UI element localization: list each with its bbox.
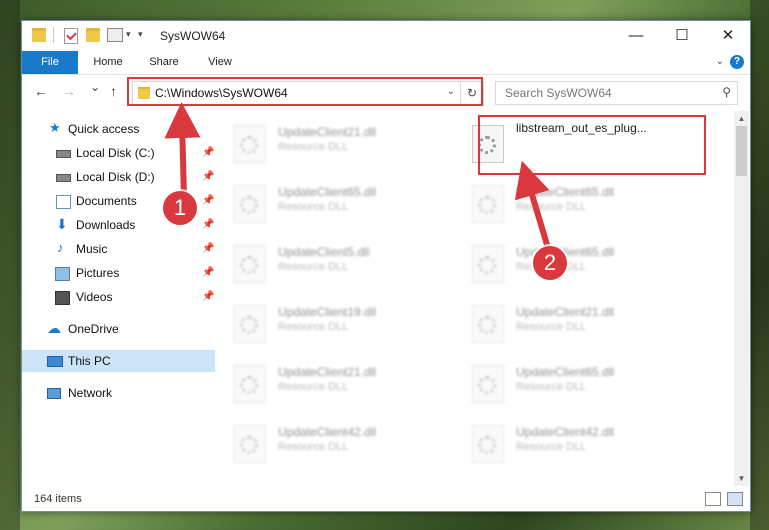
title-bar: ▾ ▾ SysWOW64 — ☐ ✕ bbox=[22, 21, 750, 51]
folder-icon bbox=[32, 28, 46, 42]
pin-icon[interactable]: 📌 bbox=[202, 214, 214, 236]
dll-file-icon bbox=[234, 365, 266, 403]
scroll-up-icon[interactable]: ▲ bbox=[734, 111, 749, 126]
scroll-down-icon[interactable]: ▼ bbox=[734, 471, 749, 486]
maximize-button[interactable]: ☐ bbox=[659, 21, 705, 51]
pin-icon[interactable]: 📌 bbox=[202, 190, 214, 212]
list-item[interactable]: UpdateClient21.dll Resource DLL bbox=[226, 117, 451, 171]
large-icons-view-icon[interactable] bbox=[727, 492, 743, 506]
dll-file-icon bbox=[234, 425, 266, 463]
drive-icon bbox=[56, 150, 71, 158]
address-bar-highlight bbox=[127, 77, 483, 106]
list-item[interactable]: UpdateClient19.dll Resource DLL bbox=[226, 297, 451, 351]
list-item[interactable]: UpdateClient42.dll Resource DLL bbox=[464, 417, 689, 471]
cloud-icon: ☁ bbox=[47, 320, 61, 336]
close-button[interactable]: ✕ bbox=[705, 21, 751, 51]
sidebar-item-local-disk-c[interactable]: Local Disk (C:) 📌 bbox=[22, 142, 215, 164]
documents-icon bbox=[56, 195, 71, 209]
target-file-highlight bbox=[478, 115, 706, 175]
network-icon bbox=[47, 388, 61, 399]
music-icon: ♪ bbox=[57, 240, 64, 255]
sidebar-item-onedrive[interactable]: ☁ OneDrive bbox=[22, 318, 215, 340]
tab-file[interactable]: File bbox=[22, 51, 78, 74]
dll-file-icon bbox=[472, 425, 504, 463]
window-title: SysWOW64 bbox=[160, 29, 226, 43]
step-badge-2: 2 bbox=[533, 246, 567, 280]
dll-file-icon bbox=[234, 125, 266, 163]
tab-share[interactable]: Share bbox=[140, 51, 188, 74]
item-count: 164 items bbox=[34, 493, 82, 505]
separator-icon bbox=[53, 27, 54, 43]
list-item[interactable]: UpdateClient42.dll Resource DLL bbox=[226, 417, 451, 471]
search-box[interactable]: Search SysWOW64 ⚲ bbox=[495, 81, 738, 105]
sidebar-item-videos[interactable]: Videos 📌 bbox=[22, 286, 215, 308]
pin-icon[interactable]: 📌 bbox=[202, 142, 214, 164]
list-item[interactable]: UpdateClient65.dll Resource DLL bbox=[464, 177, 689, 231]
dll-file-icon bbox=[472, 185, 504, 223]
videos-icon bbox=[55, 291, 70, 305]
tab-home[interactable]: Home bbox=[84, 51, 132, 74]
list-item[interactable]: UpdateClient21.dll Resource DLL bbox=[464, 297, 689, 351]
quick-access-toolbar-icon[interactable] bbox=[107, 28, 123, 42]
dll-file-icon bbox=[234, 305, 266, 343]
pin-icon[interactable]: 📌 bbox=[202, 262, 214, 284]
ribbon-tabs: File Home Share View ⌄ ? bbox=[22, 51, 750, 75]
help-icon[interactable]: ? bbox=[730, 55, 744, 69]
list-item[interactable]: UpdateClient65.dll Resource DLL bbox=[464, 237, 689, 291]
tab-view[interactable]: View bbox=[196, 51, 244, 74]
sidebar-item-music[interactable]: ♪ Music 📌 bbox=[22, 238, 215, 260]
back-button[interactable]: ← bbox=[34, 83, 48, 99]
dll-file-icon bbox=[472, 365, 504, 403]
search-placeholder: Search SysWOW64 bbox=[505, 86, 612, 100]
dll-file-icon bbox=[472, 305, 504, 343]
ribbon-expand-icon[interactable]: ⌄ bbox=[716, 56, 724, 67]
minimize-button[interactable]: — bbox=[613, 21, 659, 51]
up-button[interactable]: ↑ bbox=[110, 83, 117, 99]
new-folder-icon[interactable] bbox=[86, 28, 100, 42]
sidebar-item-network[interactable]: Network bbox=[22, 382, 215, 404]
sidebar-item-pictures[interactable]: Pictures 📌 bbox=[22, 262, 215, 284]
star-icon: ★ bbox=[49, 120, 61, 135]
list-item[interactable]: UpdateClient65.dll Resource DLL bbox=[464, 357, 689, 411]
sidebar-item-this-pc[interactable]: This PC bbox=[22, 350, 215, 372]
download-icon: ⬇ bbox=[56, 216, 68, 232]
drive-icon bbox=[56, 174, 71, 182]
dll-file-icon bbox=[234, 185, 266, 223]
properties-icon[interactable] bbox=[64, 28, 78, 44]
list-item[interactable]: UpdateClient65.dll Resource DLL bbox=[226, 177, 451, 231]
list-item[interactable]: UpdateClient21.dll Resource DLL bbox=[226, 357, 451, 411]
pin-icon[interactable]: 📌 bbox=[202, 238, 214, 260]
dll-file-icon bbox=[472, 245, 504, 283]
sidebar-item-quick-access[interactable]: ★ Quick access bbox=[22, 118, 215, 140]
recent-locations-button[interactable]: ⌄ bbox=[90, 80, 100, 94]
status-bar: 164 items bbox=[22, 486, 750, 511]
customize-toolbar-icon[interactable]: ▾ bbox=[138, 29, 143, 40]
background-tree-right bbox=[750, 0, 769, 530]
computer-icon bbox=[47, 356, 63, 367]
scroll-thumb[interactable] bbox=[736, 126, 747, 176]
pictures-icon bbox=[55, 267, 70, 281]
pin-icon[interactable]: 📌 bbox=[202, 166, 214, 188]
details-view-icon[interactable] bbox=[705, 492, 721, 506]
step-badge-1: 1 bbox=[163, 191, 197, 225]
forward-button[interactable]: → bbox=[62, 83, 76, 99]
background-tree-left bbox=[0, 0, 20, 530]
vertical-scrollbar[interactable]: ▲ ▼ bbox=[734, 111, 749, 486]
navigation-pane: ★ Quick access Local Disk (C:) 📌 Local D… bbox=[22, 116, 215, 486]
sidebar-item-local-disk-d[interactable]: Local Disk (D:) 📌 bbox=[22, 166, 215, 188]
list-item[interactable]: UpdateClient5.dll Resource DLL bbox=[226, 237, 451, 291]
toolbar-dropdown-icon[interactable]: ▾ bbox=[126, 29, 131, 40]
dll-file-icon bbox=[234, 245, 266, 283]
search-icon[interactable]: ⚲ bbox=[722, 85, 731, 99]
pin-icon[interactable]: 📌 bbox=[202, 286, 214, 308]
